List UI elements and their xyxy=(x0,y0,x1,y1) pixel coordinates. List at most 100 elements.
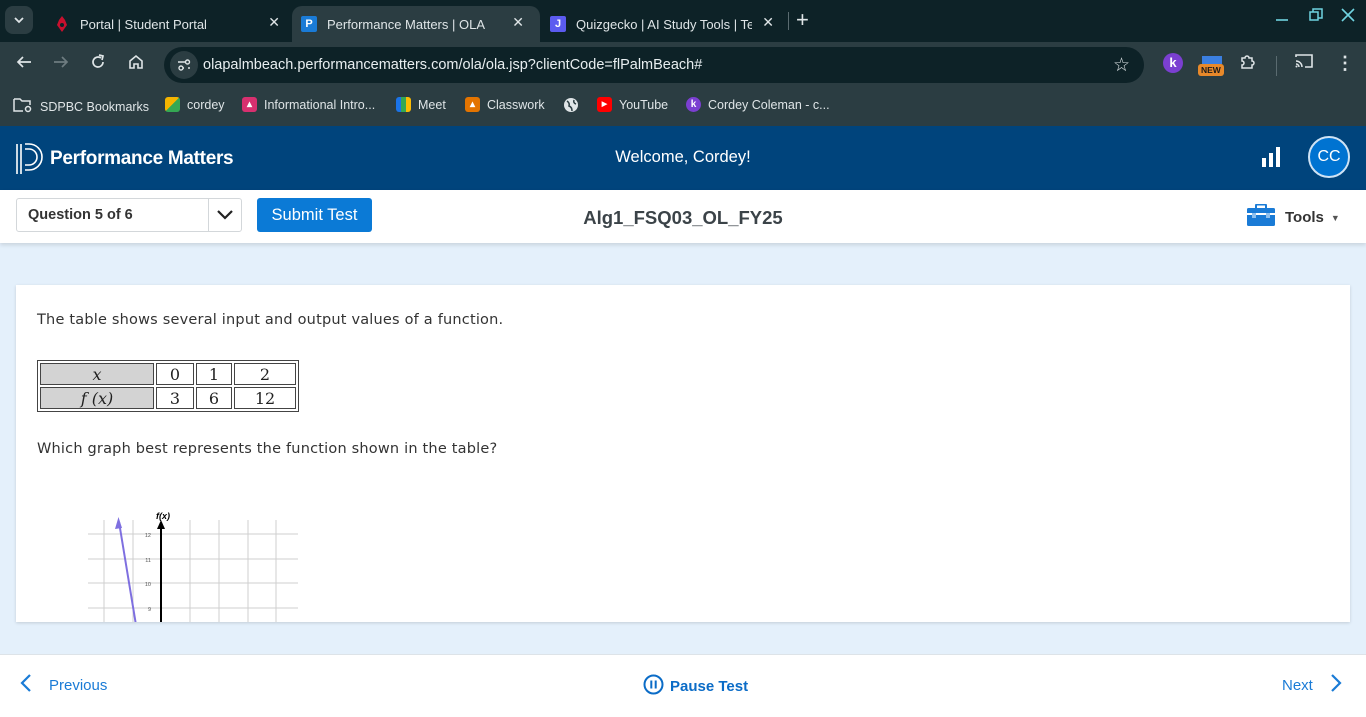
table-cell: 0 xyxy=(156,363,194,385)
folder-icon xyxy=(13,97,33,116)
question-prompt: Which graph best represents the function… xyxy=(37,441,498,457)
tab-title: Quizgecko | AI Study Tools | Test xyxy=(576,16,752,32)
footer-navigation: Previous Pause Test Next xyxy=(0,654,1366,717)
browser-menu-icon[interactable]: ⋮ xyxy=(1336,53,1354,74)
previous-button[interactable]: Previous xyxy=(20,674,107,696)
close-window-icon[interactable] xyxy=(1341,8,1355,27)
bookmark-youtube[interactable]: ▶ YouTube xyxy=(597,97,668,112)
y-axis-arrow-icon xyxy=(157,520,165,529)
bookmark-sdpbc[interactable]: SDPBC Bookmarks xyxy=(13,97,149,116)
kami-icon: k xyxy=(686,97,701,112)
forward-icon[interactable] xyxy=(50,54,72,75)
table-cell: 2 xyxy=(234,363,296,385)
kami-extension-icon[interactable]: k xyxy=(1163,53,1183,73)
next-label: Next xyxy=(1282,676,1313,694)
tools-label: Tools xyxy=(1285,209,1324,226)
tab-search-button[interactable] xyxy=(5,6,33,34)
cube-icon xyxy=(165,97,180,112)
grid-lines xyxy=(88,520,298,622)
y-tick-label: 9 xyxy=(148,607,151,613)
site-info-icon[interactable] xyxy=(170,51,198,79)
question-intro: The table shows several input and output… xyxy=(37,312,504,328)
performance-matters-favicon-icon: P xyxy=(301,16,317,32)
welcome-message: Welcome, Cordey! xyxy=(615,148,751,166)
meet-icon xyxy=(396,97,411,112)
bookmark-label: SDPBC Bookmarks xyxy=(40,99,150,114)
bookmark-meet[interactable]: Meet xyxy=(396,97,446,112)
classroom-icon: ▴ xyxy=(242,97,257,112)
tab-separator xyxy=(788,12,789,30)
bookmark-label: Classwork xyxy=(487,97,545,112)
extension-graphic xyxy=(1202,56,1222,64)
new-badge: NEW xyxy=(1198,64,1224,76)
close-tab-icon[interactable]: ✕ xyxy=(268,14,280,31)
close-tab-icon[interactable]: ✕ xyxy=(762,14,774,31)
home-icon[interactable] xyxy=(125,54,147,75)
bookmark-label: cordey xyxy=(187,97,225,112)
bookmark-star-icon[interactable]: ☆ xyxy=(1113,54,1130,77)
tab-student-portal[interactable]: Portal | Student Portal ✕ xyxy=(42,6,292,42)
row-header-fx: f (x) xyxy=(40,387,154,409)
pause-icon xyxy=(643,674,664,699)
bookmark-globe[interactable] xyxy=(563,97,579,116)
tab-performance-matters[interactable]: P Performance Matters | OLA ✕ xyxy=(292,6,540,42)
address-bar[interactable]: olapalmbeach.performancematters.com/ola/… xyxy=(164,47,1144,83)
bookmark-classwork[interactable]: ▴ Classwork xyxy=(465,97,545,112)
function-table: x 0 1 2 f (x) 3 6 12 xyxy=(37,360,299,412)
row-header-x: x xyxy=(40,363,154,385)
minimize-icon[interactable] xyxy=(1275,8,1289,27)
restore-icon[interactable] xyxy=(1309,8,1323,27)
y-axis-label: f(x) xyxy=(156,511,170,521)
chevron-down-icon xyxy=(14,11,24,29)
chevron-left-icon xyxy=(20,674,32,696)
toolbar-separator xyxy=(1276,56,1277,76)
portal-favicon-icon xyxy=(54,16,70,32)
quizgecko-favicon-icon: J xyxy=(550,16,566,32)
new-tab-button[interactable]: + xyxy=(796,8,809,32)
bookmark-label: Meet xyxy=(418,97,446,112)
y-tick-label: 11 xyxy=(145,558,151,564)
tab-title: Performance Matters | OLA xyxy=(327,16,485,32)
test-title: Alg1_FSQ03_OL_FY25 xyxy=(583,207,783,228)
table-cell: 3 xyxy=(156,387,194,409)
y-tick-label: 12 xyxy=(145,533,151,539)
globe-icon xyxy=(563,97,579,116)
tab-quizgecko[interactable]: J Quizgecko | AI Study Tools | Test ✕ xyxy=(540,6,786,42)
close-tab-icon[interactable]: ✕ xyxy=(512,14,524,31)
answer-graph[interactable]: f(x) 12 11 10 9 xyxy=(86,510,316,622)
browser-tab-strip: Portal | Student Portal ✕ P Performance … xyxy=(0,0,1366,42)
new-extension-icon[interactable]: NEW xyxy=(1198,56,1224,76)
bookmark-informational-intro[interactable]: ▴ Informational Intro... xyxy=(242,97,375,112)
table-row: x 0 1 2 xyxy=(40,363,296,385)
bookmarks-bar: SDPBC Bookmarks cordey ▴ Informational I… xyxy=(0,88,1366,126)
y-tick-label: 10 xyxy=(145,582,151,588)
bookmark-cordey[interactable]: cordey xyxy=(165,97,225,112)
browser-toolbar: olapalmbeach.performancematters.com/ola/… xyxy=(0,42,1366,88)
question-card: The table shows several input and output… xyxy=(16,285,1350,622)
bookmark-label: YouTube xyxy=(619,97,669,112)
progress-chart-icon[interactable] xyxy=(1261,146,1281,173)
table-cell: 6 xyxy=(196,387,232,409)
extensions-puzzle-icon[interactable] xyxy=(1239,53,1257,76)
user-avatar[interactable]: CC xyxy=(1308,136,1350,178)
bookmark-label: Informational Intro... xyxy=(264,97,376,112)
reload-icon[interactable] xyxy=(87,54,109,75)
table-cell: 1 xyxy=(196,363,232,385)
tools-menu-button[interactable]: Tools ▼ xyxy=(1247,203,1340,231)
previous-label: Previous xyxy=(49,676,108,694)
bookmark-label: Cordey Coleman - c... xyxy=(708,97,830,112)
toolbox-icon xyxy=(1247,203,1275,231)
test-toolbar: Question 5 of 6 Submit Test Alg1_FSQ03_O… xyxy=(0,190,1366,243)
cast-icon[interactable] xyxy=(1294,53,1314,74)
caret-down-icon: ▼ xyxy=(1330,212,1340,223)
url-text[interactable]: olapalmbeach.performancematters.com/ola/… xyxy=(203,57,702,73)
next-button[interactable]: Next xyxy=(1282,674,1342,696)
pause-label: Pause Test xyxy=(670,678,749,695)
function-arrow-icon xyxy=(115,517,122,529)
back-icon[interactable] xyxy=(13,54,35,75)
chevron-right-icon xyxy=(1330,674,1342,696)
classwork-icon: ▴ xyxy=(465,97,480,112)
app-header: Performance Matters Welcome, Cordey! CC xyxy=(0,126,1366,190)
pause-test-button[interactable]: Pause Test xyxy=(643,674,748,699)
bookmark-cordey-coleman[interactable]: k Cordey Coleman - c... xyxy=(686,97,830,112)
